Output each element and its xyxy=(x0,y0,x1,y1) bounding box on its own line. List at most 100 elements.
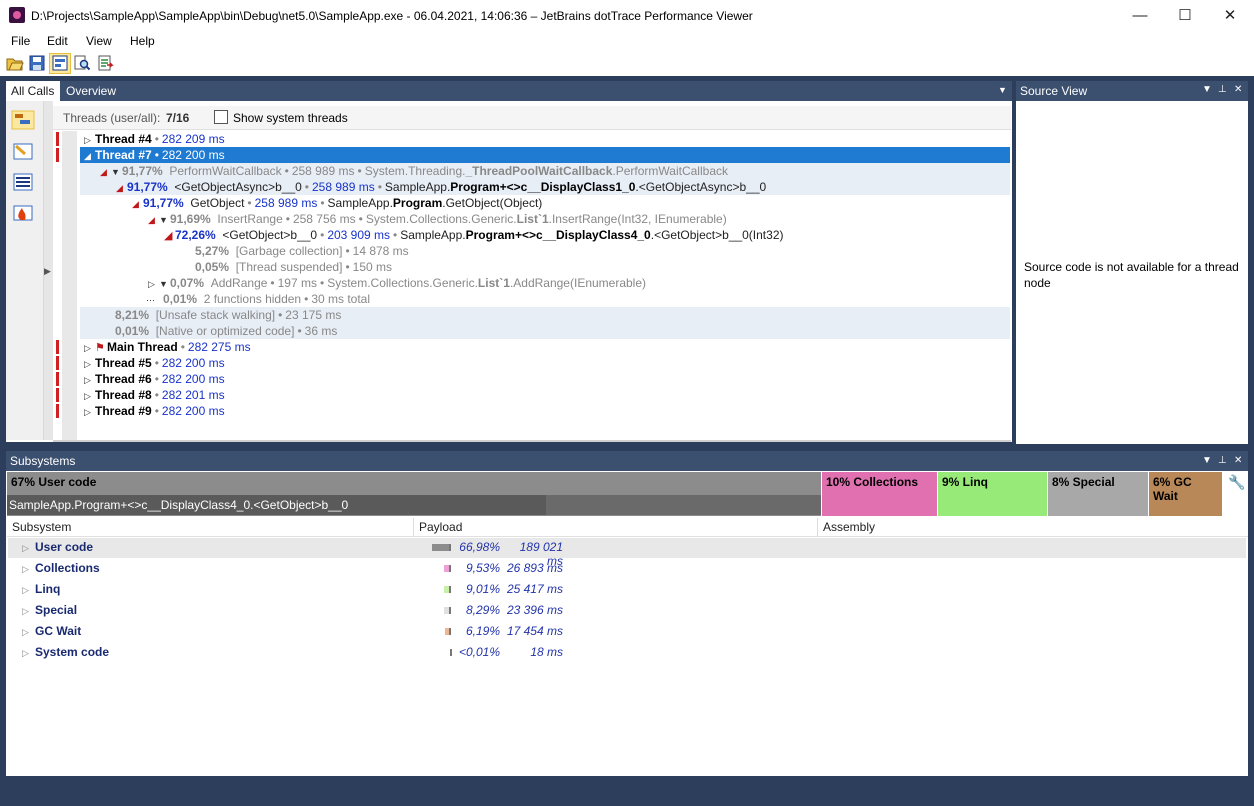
subsystem-bar-gc-wait[interactable]: 6% GC Wait xyxy=(1149,472,1222,516)
app-icon xyxy=(9,7,25,23)
subsystem-row[interactable] xyxy=(8,622,1246,642)
payload-percent: 8,29% xyxy=(465,603,500,617)
expand-icon[interactable]: ▷ xyxy=(84,340,95,356)
subsystem-bar-collections[interactable]: 10% Collections xyxy=(822,472,937,516)
plain-list-icon[interactable] xyxy=(11,172,35,192)
flame-icon[interactable] xyxy=(11,202,35,222)
tree-row-thread-4[interactable]: ▷ Thread #4 • 282 209 ms xyxy=(80,131,1010,147)
find-icon[interactable] xyxy=(73,54,91,72)
subsystem-name: GC Wait xyxy=(35,624,82,638)
tree-row-main-thread[interactable]: ▷ ⚑ Main Thread • 282 275 ms xyxy=(80,339,1010,355)
percent: 5,27% xyxy=(195,244,230,258)
percent: 72,26% xyxy=(175,228,216,242)
dropdown-icon[interactable]: ▼ xyxy=(1202,84,1212,95)
time: 14 878 ms xyxy=(352,244,409,258)
tree-row-insert-range[interactable]: ◢ ▼ 91,69% InsertRange • 258 756 ms • System.C… xyxy=(80,211,1010,227)
expand-icon[interactable]: ▷ xyxy=(22,606,29,617)
tree-row-thread-suspended[interactable]: 0,05% [Thread suspended] • 150 ms xyxy=(80,259,1010,275)
save-icon[interactable] xyxy=(28,54,46,72)
tree-row-get-object-lambda[interactable]: ◢ 72,26% <GetObject>b__0 • 203 909 ms • Sampl… xyxy=(80,227,1010,243)
pin-icon[interactable]: ⊥ xyxy=(1218,455,1227,466)
tree-row-native-code[interactable]: 0,01% [Native or optimized code] • 36 ms xyxy=(80,323,1010,339)
tree-row-thread-7[interactable]: ◢ Thread #7 • 282 200 ms xyxy=(80,147,1010,163)
tree-row-thread-9[interactable]: ▷ Thread #9 • 282 200 ms xyxy=(80,403,1010,419)
tree-gutter xyxy=(62,131,77,440)
expand-icon[interactable]: ▷ xyxy=(84,372,95,388)
tree-row-perform-wait-callback[interactable]: ◢ ▼ 91,77% PerformWaitCallback • 258 989 ms •… xyxy=(80,163,1010,179)
close-icon[interactable]: ✕ xyxy=(1234,84,1242,95)
menu-edit[interactable]: Edit xyxy=(47,34,68,48)
namespace: SampleApp. xyxy=(400,228,466,242)
payload-bar xyxy=(444,607,451,614)
call-tree-icon[interactable] xyxy=(11,110,35,130)
subsystem-row[interactable] xyxy=(8,580,1246,600)
expand-icon[interactable]: ▷ xyxy=(22,648,29,659)
show-system-threads-label[interactable]: Show system threads xyxy=(233,111,348,125)
hot-spots-icon[interactable] xyxy=(11,141,35,161)
horizontal-scrollbar[interactable] xyxy=(53,440,1011,442)
column-assembly[interactable]: Assembly xyxy=(818,518,1248,536)
close-icon[interactable]: ✕ xyxy=(1234,455,1242,466)
subsystem-bar-user-method[interactable]: SampleApp.Program+<>c__DisplayClass4_0.<… xyxy=(7,495,546,515)
tree-row-thread-5[interactable]: ▷ Thread #5 • 282 200 ms xyxy=(80,355,1010,371)
expand-icon[interactable]: ▷ xyxy=(22,543,29,554)
show-system-threads-checkbox[interactable] xyxy=(214,110,228,124)
tree-row-functions-hidden[interactable]: ⋯ 0,01% 2 functions hidden • 30 ms total xyxy=(80,291,1010,307)
method-name: InsertRange xyxy=(217,212,283,226)
pin-icon[interactable]: ⊥ xyxy=(1218,84,1227,95)
percent: 8,21% xyxy=(115,308,150,322)
method-name: GetObject xyxy=(190,196,245,210)
subsystem-bar-special[interactable]: 8% Special xyxy=(1048,472,1148,516)
subsystem-bar-linq[interactable]: 9% Linq xyxy=(938,472,1047,516)
expand-icon[interactable]: ▷ xyxy=(22,564,29,575)
collapse-icon[interactable]: ◢ xyxy=(116,180,127,196)
open-folder-icon[interactable] xyxy=(6,54,24,72)
namespace: SampleApp. xyxy=(384,180,451,194)
tab-overview[interactable]: Overview xyxy=(61,81,121,101)
payload-time: 18 ms xyxy=(530,645,563,659)
tree-row-thread-6[interactable]: ▷ Thread #6 • 282 200 ms xyxy=(80,371,1010,387)
expand-icon[interactable]: ▷ xyxy=(22,585,29,596)
export-icon[interactable] xyxy=(96,54,114,72)
menu-help[interactable]: Help xyxy=(130,34,155,48)
tab-all-calls[interactable]: All Calls xyxy=(6,81,60,101)
menu-view[interactable]: View xyxy=(86,34,112,48)
expand-icon[interactable]: ▷ xyxy=(148,276,159,292)
subsystem-row[interactable] xyxy=(8,538,1246,558)
subsystem-row[interactable] xyxy=(8,601,1246,621)
expand-icon[interactable]: ▷ xyxy=(84,356,95,372)
wrench-icon[interactable]: 🔧 xyxy=(1228,474,1245,490)
collapse-icon[interactable]: ◢ xyxy=(148,212,159,228)
column-payload[interactable]: Payload xyxy=(414,518,818,536)
tab-strip xyxy=(6,81,1012,101)
expand-icon[interactable]: ▷ xyxy=(22,627,29,638)
collapse-icon[interactable]: ◢ xyxy=(100,164,111,180)
tab-dropdown-icon[interactable]: ▼ xyxy=(998,85,1007,95)
expand-icon[interactable]: ▷ xyxy=(84,404,95,420)
maximize-button[interactable]: ☐ xyxy=(1162,0,1208,31)
subsystem-row[interactable] xyxy=(8,559,1246,579)
subsystem-row[interactable] xyxy=(8,643,1246,663)
expand-icon[interactable]: ▷ xyxy=(84,132,95,148)
tree-row-get-object-async[interactable]: ◢ 91,77% <GetObjectAsync>b__0 • 258 989 ms •… xyxy=(80,179,1010,195)
tree-row-thread-8[interactable]: ▷ Thread #8 • 282 201 ms xyxy=(80,387,1010,403)
payload-percent: 6,19% xyxy=(465,624,500,638)
collapse-icon[interactable]: ◢ xyxy=(84,148,95,164)
percent: 91,77% xyxy=(127,180,168,194)
tree-row-get-object[interactable]: ◢ 91,77% GetObject • 258 989 ms • SampleApp.P… xyxy=(80,195,1010,211)
tree-row-unsafe-stack[interactable]: 8,21% [Unsafe stack walking] • 23 175 ms xyxy=(80,307,1010,323)
percent: 0,05% xyxy=(195,260,230,274)
expand-arrow-icon[interactable]: ▶ xyxy=(44,266,51,277)
minimize-button[interactable]: — xyxy=(1117,0,1163,31)
expand-icon[interactable]: ▷ xyxy=(84,388,95,404)
tree-row-add-range[interactable]: ▷ ▼ 0,07% AddRange • 197 ms • System.Collectio… xyxy=(80,275,1010,291)
close-button[interactable]: ✕ xyxy=(1207,0,1253,31)
dropdown-icon[interactable]: ▼ xyxy=(1202,455,1212,466)
collapse-icon[interactable]: ◢ xyxy=(132,196,143,212)
thread-name: Main Thread xyxy=(107,340,178,354)
snapshot-view-icon[interactable] xyxy=(51,54,69,72)
tree-row-garbage-collection[interactable]: 5,27% [Garbage collection] • 14 878 ms xyxy=(80,243,1010,259)
column-subsystem[interactable]: Subsystem xyxy=(7,518,414,536)
menu-file[interactable]: File xyxy=(11,34,30,48)
percent: 0,07% xyxy=(170,276,205,290)
